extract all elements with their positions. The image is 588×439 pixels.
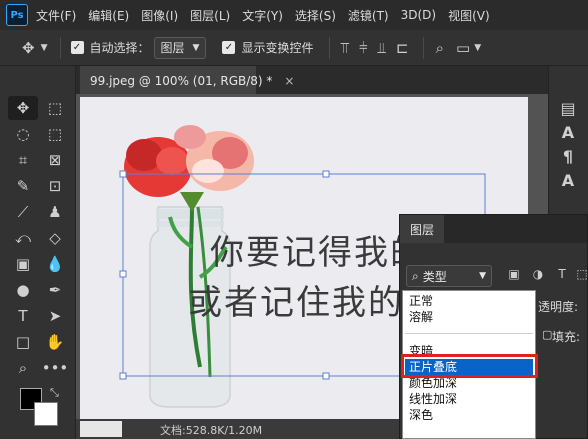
align-top-icon[interactable]: ⫪ — [340, 39, 348, 57]
show-transform-label: 显示变换控件 — [241, 41, 314, 55]
dodge-tool-icon[interactable]: ● — [8, 278, 38, 302]
hand-tool-icon[interactable]: ✋ — [40, 330, 70, 354]
layer-kind-label: 类型 — [422, 269, 447, 284]
search-icon[interactable]: ⌕ — [436, 39, 444, 57]
align-bottom-icon[interactable]: ⫫ — [378, 39, 386, 57]
tab-layers[interactable]: 图层 — [400, 215, 444, 243]
swap-colors-icon[interactable]: ⤡ — [50, 386, 59, 400]
menu-layer[interactable]: 图层(L) — [190, 7, 230, 24]
document-tab[interactable]: 99.jpeg @ 100% (01, RGB/8) * × — [80, 66, 294, 94]
chevron-down-icon: ▼ — [479, 271, 486, 281]
patch-tool-icon[interactable]: ⊡ — [40, 174, 70, 198]
more-tools-icon[interactable]: ••• — [40, 356, 70, 380]
align-middle-icon[interactable]: ⫩ — [359, 39, 368, 57]
search-icon: ⌕ — [412, 268, 419, 283]
divider — [59, 36, 61, 59]
character-panel-icon[interactable]: A — [555, 120, 581, 144]
menu-type[interactable]: 文字(Y) — [242, 7, 283, 24]
align-left-icon[interactable]: ⊏ — [396, 39, 409, 57]
background-color-swatch[interactable] — [34, 402, 58, 426]
blur-tool-icon[interactable]: 💧 — [40, 252, 70, 276]
type-tool-icon[interactable]: T — [8, 304, 38, 328]
menu-image[interactable]: 图像(I) — [141, 7, 178, 24]
auto-select-target-value: 图层 — [160, 41, 185, 55]
document-tab-title: 99.jpeg @ 100% (01, RGB/8) * — [90, 74, 273, 88]
blend-mode-option[interactable]: 正常 — [409, 293, 433, 309]
history-brush-tool-icon[interactable]: ⤺ — [8, 226, 38, 250]
menu-file[interactable]: 文件(F) — [36, 7, 76, 24]
marquee-tool-icon[interactable]: ⬚ — [40, 96, 70, 120]
blend-mode-option[interactable]: 溶解 — [409, 309, 433, 325]
eraser-tool-icon[interactable]: ◇ — [40, 226, 70, 250]
auto-select-label: 自动选择： — [89, 41, 150, 55]
chevron-down-icon[interactable]: ▼ — [41, 43, 48, 53]
selection-highlight-box — [401, 354, 538, 378]
layer-kind-filter[interactable]: ⌕ 类型 ▼ — [406, 265, 492, 287]
lasso-tool-icon[interactable]: ◌ — [8, 122, 38, 146]
canvas-text-line-2: 或者记住我的 — [188, 283, 404, 323]
crop-tool-icon[interactable]: ⌗ — [8, 148, 38, 172]
pen-tool-icon[interactable]: ✒ — [40, 278, 70, 302]
blend-mode-option[interactable]: 深色 — [409, 407, 433, 423]
show-transform-checkbox[interactable]: ✓ — [222, 41, 236, 54]
close-icon[interactable]: × — [284, 74, 294, 88]
menu-view[interactable]: 视图(V) — [448, 7, 490, 24]
gradient-tool-icon[interactable]: ▣ — [8, 252, 38, 276]
type-filter-icon[interactable]: T — [554, 267, 570, 283]
path-select-tool-icon[interactable]: ➤ — [40, 304, 70, 328]
shape-filter-icon[interactable]: ⬚ — [574, 267, 588, 283]
workspace-icon[interactable]: ▭ — [456, 39, 470, 57]
color-panel-icon[interactable]: ▤ — [555, 96, 581, 120]
glyphs-panel-icon[interactable]: A — [555, 168, 581, 192]
frame-tool-icon[interactable]: ⊠ — [40, 148, 70, 172]
menu-3d[interactable]: 3D(D) — [401, 8, 436, 22]
move-tool-icon[interactable]: ✥ — [8, 96, 38, 120]
chevron-down-icon: ▼ — [192, 42, 200, 53]
menu-select[interactable]: 选择(S) — [295, 7, 336, 24]
adjustment-filter-icon[interactable]: ◑ — [530, 267, 546, 283]
auto-select-target-dropdown[interactable]: 图层 ▼ — [153, 36, 207, 59]
auto-select-checkbox[interactable]: ✓ — [70, 41, 84, 54]
divider — [422, 36, 424, 59]
panel-tab-strip — [444, 215, 587, 243]
move-tool-icon[interactable]: ✥ — [22, 39, 35, 57]
divider — [329, 36, 331, 59]
photoshop-logo: Ps — [6, 4, 28, 26]
quick-select-tool-icon[interactable]: ⬚ — [40, 122, 70, 146]
menu-edit[interactable]: 编辑(E) — [88, 7, 129, 24]
brush-tool-icon[interactable]: ⟋ — [8, 200, 38, 224]
document-tab-bar: 99.jpeg @ 100% (01, RGB/8) * × — [76, 66, 548, 94]
menu-bar: Ps 文件(F) 编辑(E) 图像(I) 图层(L) 文字(Y) 选择(S) 滤… — [0, 0, 588, 30]
rectangle-tool-icon[interactable]: □ — [8, 330, 38, 354]
document-size-status: 文档:528.8K/1.20M — [160, 424, 263, 437]
fill-label: 填充: — [552, 330, 581, 344]
stamp-tool-icon[interactable]: ♟ — [40, 200, 70, 224]
status-thumbnail — [80, 421, 122, 437]
eyedropper-tool-icon[interactable]: ✎ — [8, 174, 38, 198]
tools-panel: ✥ ⬚ ◌ ⬚ ⌗ ⊠ ✎ ⊡ ⟋ ♟ ⤺ ◇ ▣ 💧 ● ✒ T ➤ □ ✋ … — [0, 66, 76, 439]
divider — [405, 333, 533, 334]
lock-icon: ▢ — [542, 328, 553, 341]
menu-filter[interactable]: 滤镜(T) — [348, 7, 389, 24]
blend-mode-option[interactable]: 线性加深 — [409, 391, 457, 407]
image-filter-icon[interactable]: ▣ — [506, 267, 522, 283]
options-bar: ✥ ▼ ✓ 自动选择： 图层 ▼ ✓ 显示变换控件 ⫪ ⫩ ⫫ ⊏ ⌕ ▭ ▼ — [0, 30, 588, 66]
chevron-down-icon[interactable]: ▼ — [474, 43, 481, 53]
paragraph-panel-icon[interactable]: ¶ — [555, 144, 581, 168]
canvas-text-line-1: 你要记得我的 — [210, 233, 426, 273]
zoom-tool-icon[interactable]: ⌕ — [8, 356, 38, 380]
opacity-label: 透明度: — [538, 300, 579, 314]
